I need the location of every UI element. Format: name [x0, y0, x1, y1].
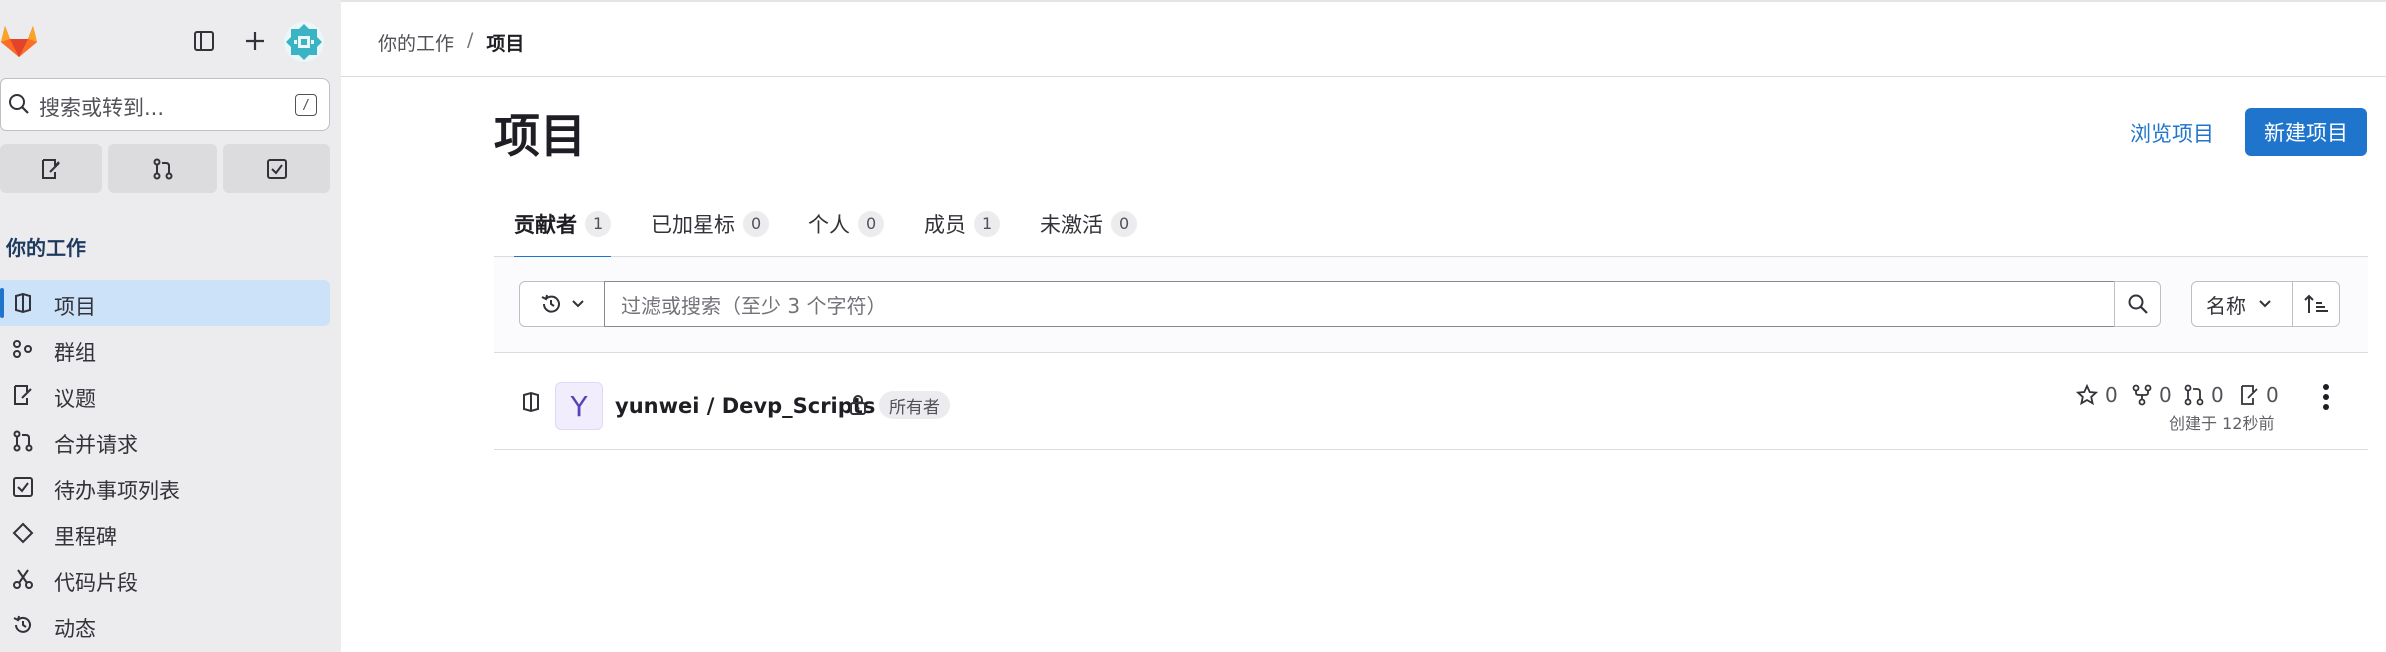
breadcrumb: 你的工作 / 项目: [378, 29, 524, 56]
sidebar-item-label: 议题: [54, 387, 96, 411]
milestone-icon: [12, 522, 34, 544]
sort-dropdown[interactable]: 名称: [2191, 281, 2293, 327]
tab-contributed[interactable]: 贡献者 1: [514, 190, 612, 259]
tab-label: 已加星标: [651, 212, 735, 237]
breadcrumb-divider: [341, 76, 2386, 77]
sort-ascending-icon: [2304, 294, 2328, 313]
lock-icon: [848, 394, 868, 420]
history-icon: [13, 615, 31, 633]
breadcrumb-parent[interactable]: 你的工作: [378, 29, 454, 56]
sidebar-item-activity[interactable]: 动态: [0, 602, 330, 648]
tab-count-badge: 0: [743, 210, 770, 237]
sidebar-item-label: 动态: [54, 617, 96, 641]
group-icon: [13, 340, 32, 358]
tab-count-badge: 1: [585, 210, 612, 237]
search-placeholder: 搜索或转到...: [39, 96, 165, 120]
star-icon: [2076, 384, 2098, 406]
todo-icon: [13, 477, 33, 497]
stat-value: 0: [2266, 383, 2279, 407]
sidebar-item-label: 里程碑: [54, 525, 117, 549]
sidebar-item-snippets[interactable]: 代码片段: [0, 556, 330, 602]
project-icon: [520, 391, 542, 417]
history-icon: [541, 294, 560, 313]
sort-label: 名称: [2206, 293, 2246, 318]
tab-label: 个人: [808, 212, 850, 237]
search-shortcut-key: /: [295, 94, 317, 116]
project-icon: [15, 292, 31, 314]
project-name-link[interactable]: yunwei / Devp_Scripts: [615, 394, 875, 418]
merge-requests-count[interactable]: 0: [2184, 383, 2224, 407]
sidebar-item-label: 待办事项列表: [54, 479, 180, 503]
issues-icon: [14, 385, 32, 405]
filter-search-input[interactable]: 过滤或搜索（至少 3 个字符）: [604, 281, 2115, 327]
stat-value: 0: [2105, 383, 2118, 407]
merge-request-icon: [2184, 384, 2204, 406]
sidebar-top: [0, 0, 341, 84]
tab-count-badge: 0: [858, 210, 885, 237]
new-project-button[interactable]: 新建项目: [2245, 108, 2367, 156]
sidebar: 搜索或转到... / 你的工作 项目 群组 议题 合并请求 待办事项列表 里程碑…: [0, 0, 341, 652]
tab-inactive[interactable]: 未激活 0: [1040, 190, 1138, 257]
sidebar-item-merge-requests[interactable]: 合并请求: [0, 418, 330, 464]
sidebar-item-projects[interactable]: 项目: [0, 280, 330, 326]
tab-label: 成员: [924, 212, 966, 237]
explore-projects-button[interactable]: 浏览项目: [2130, 118, 2214, 148]
todo-icon: [266, 158, 287, 179]
tab-count-badge: 0: [1111, 210, 1138, 237]
created-time: 创建于 12秒前: [2169, 414, 2275, 433]
stat-value: 0: [2211, 383, 2224, 407]
sidebar-nav: 项目 群组 议题 合并请求 待办事项列表 里程碑 代码片段 动态: [0, 280, 330, 648]
more-actions-icon[interactable]: [2311, 379, 2341, 415]
tab-label: 贡献者: [514, 212, 577, 237]
breadcrumb-separator: /: [467, 29, 474, 51]
sidebar-toggle-icon[interactable]: [185, 22, 223, 60]
top-border: [341, 0, 2386, 5]
search-icon: [2128, 294, 2148, 314]
stat-value: 0: [2159, 383, 2172, 407]
stars-count[interactable]: 0: [2076, 383, 2118, 407]
chevron-down-icon: [2259, 300, 2271, 308]
sidebar-item-todos[interactable]: 待办事项列表: [0, 464, 330, 510]
fork-icon: [2132, 384, 2152, 406]
breadcrumb-current[interactable]: 项目: [486, 29, 524, 56]
sidebar-item-label: 合并请求: [54, 433, 138, 457]
project-tabs: 贡献者 1 已加星标 0 个人 0 成员 1 未激活 0: [494, 190, 2368, 259]
sidebar-item-issues[interactable]: 议题: [0, 372, 330, 418]
project-row: Y yunwei / Devp_Scripts 所有者 0 0 0 0 创建于 …: [494, 353, 2368, 450]
quick-merge-requests-button[interactable]: [108, 144, 217, 193]
sidebar-item-label: 代码片段: [54, 571, 138, 595]
search-icon: [7, 92, 31, 120]
sidebar-item-label: 群组: [54, 341, 96, 365]
quick-issues-button[interactable]: [0, 144, 102, 193]
sidebar-heading: 你的工作: [6, 236, 86, 260]
issues-icon: [42, 158, 60, 179]
sort-direction-button[interactable]: [2292, 281, 2340, 327]
merge-request-icon: [153, 158, 172, 179]
sidebar-item-label: 项目: [54, 295, 96, 319]
issues-icon: [2241, 385, 2258, 405]
sidebar-item-groups[interactable]: 群组: [0, 326, 330, 372]
chevron-down-icon: [572, 300, 584, 308]
gitlab-logo[interactable]: [0, 22, 38, 58]
tab-count-badge: 1: [974, 210, 1001, 237]
page-title: 项目: [494, 109, 586, 163]
tab-starred[interactable]: 已加星标 0: [651, 190, 770, 257]
recent-searches-button[interactable]: [519, 281, 605, 327]
forks-count[interactable]: 0: [2132, 383, 2172, 407]
issues-count[interactable]: 0: [2239, 383, 2279, 407]
merge-request-icon: [13, 430, 33, 452]
tab-label: 未激活: [1040, 212, 1103, 237]
plus-icon[interactable]: [236, 22, 274, 60]
snippet-icon: [13, 569, 33, 589]
user-avatar[interactable]: [284, 22, 324, 62]
role-badge: 所有者: [879, 391, 950, 419]
search-input[interactable]: 搜索或转到... /: [0, 78, 330, 131]
filter-search-button[interactable]: [2114, 281, 2161, 327]
tab-personal[interactable]: 个人 0: [808, 190, 885, 257]
quick-todos-button[interactable]: [223, 144, 330, 193]
filter-bar: 过滤或搜索（至少 3 个字符） 名称: [494, 257, 2368, 353]
sidebar-item-milestones[interactable]: 里程碑: [0, 510, 330, 556]
project-avatar[interactable]: Y: [555, 382, 603, 430]
tab-member[interactable]: 成员 1: [924, 190, 1001, 257]
